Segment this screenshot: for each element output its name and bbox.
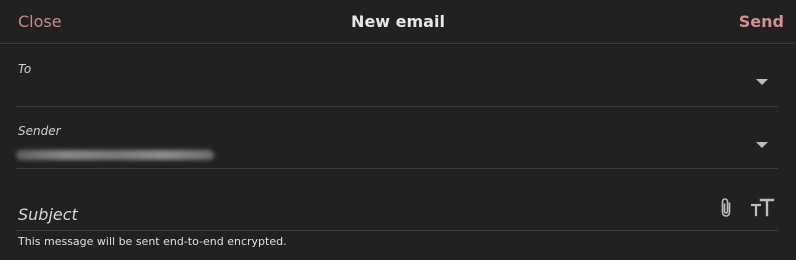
sender-label: Sender (18, 124, 61, 138)
sender-value-redacted (16, 150, 214, 160)
subject-field (16, 169, 778, 231)
page-title: New email (351, 12, 445, 31)
to-label: To (18, 62, 32, 76)
sender-dropdown-chevron-down-icon[interactable] (756, 142, 768, 148)
composer-header: Close New email Send (0, 0, 796, 44)
encryption-note: This message will be sent end-to-end enc… (18, 235, 287, 248)
sender-field[interactable]: Sender (16, 107, 778, 169)
send-button[interactable]: Send (739, 12, 784, 31)
paperclip-icon[interactable] (717, 197, 735, 219)
text-format-icon[interactable] (751, 196, 775, 218)
to-field[interactable]: To (16, 44, 778, 107)
to-dropdown-chevron-down-icon[interactable] (756, 79, 768, 85)
subject-input[interactable] (16, 205, 698, 224)
